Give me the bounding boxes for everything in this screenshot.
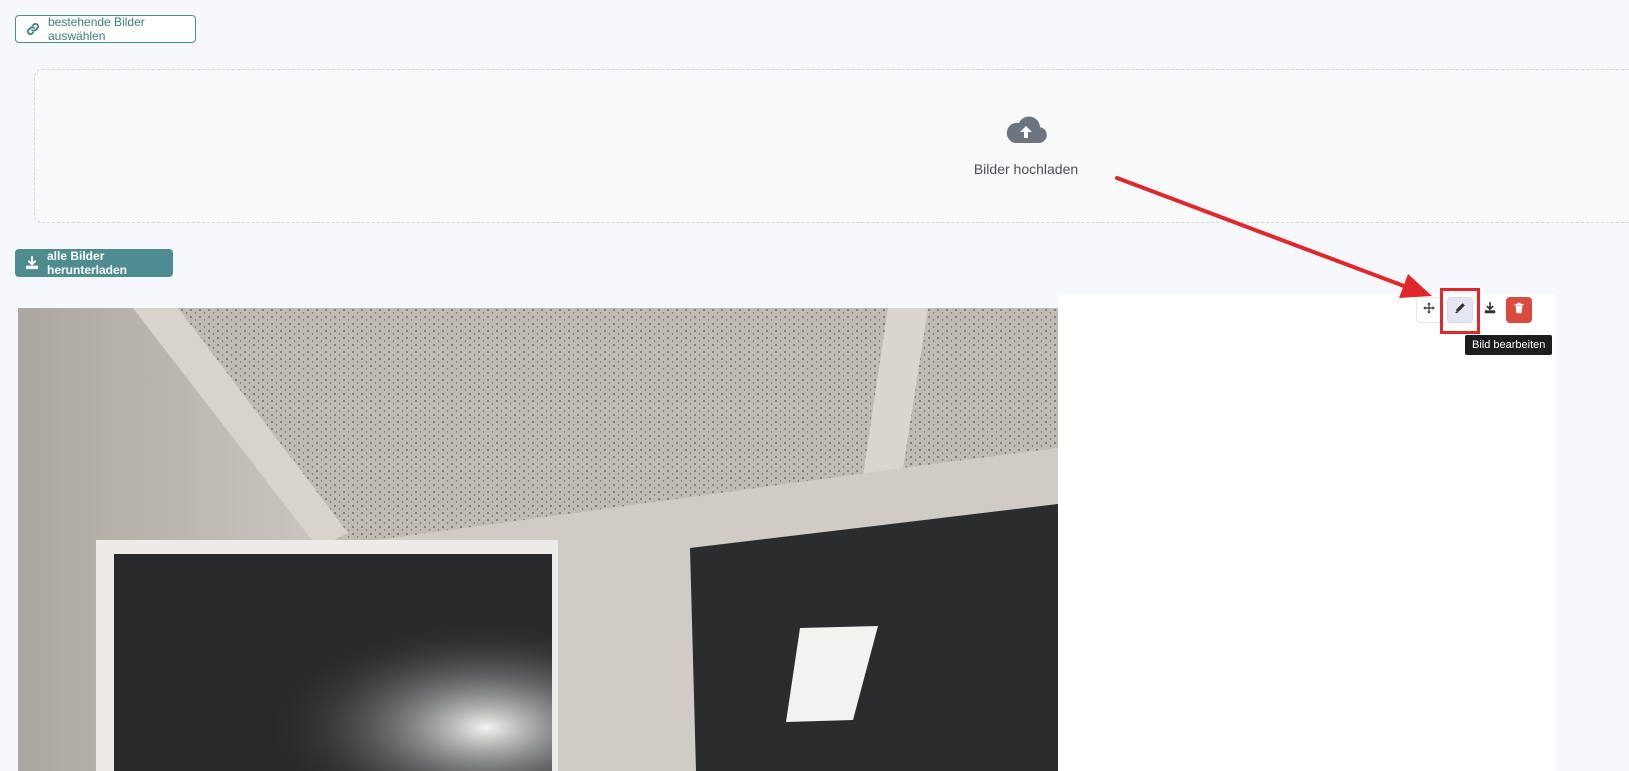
select-existing-images-label: bestehende Bilder auswählen [48,15,145,43]
download-image-button[interactable] [1477,297,1503,323]
move-icon [1423,301,1435,319]
select-existing-images-button[interactable]: bestehende Bilder auswählen [15,15,196,43]
uploaded-image-preview [18,308,1058,771]
cloud-upload-icon [1005,115,1047,145]
download-icon [25,256,39,270]
edit-image-tooltip: Bild bearbeiten [1465,335,1553,355]
upload-label: Bilder hochladen [973,161,1079,177]
trash-icon [1513,301,1525,319]
move-image-button[interactable] [1416,297,1442,323]
delete-image-button[interactable] [1506,297,1532,323]
upload-dropzone[interactable] [34,69,1629,223]
pencil-icon [1454,301,1466,319]
download-all-images-button[interactable]: alle Bilder herunterladen [15,249,173,277]
image-actions-panel [1058,294,1556,771]
link-icon [26,22,40,36]
download-icon [1484,301,1496,319]
download-all-images-label: alle Bilder herunterladen [47,249,128,277]
edit-image-button[interactable] [1447,297,1473,323]
